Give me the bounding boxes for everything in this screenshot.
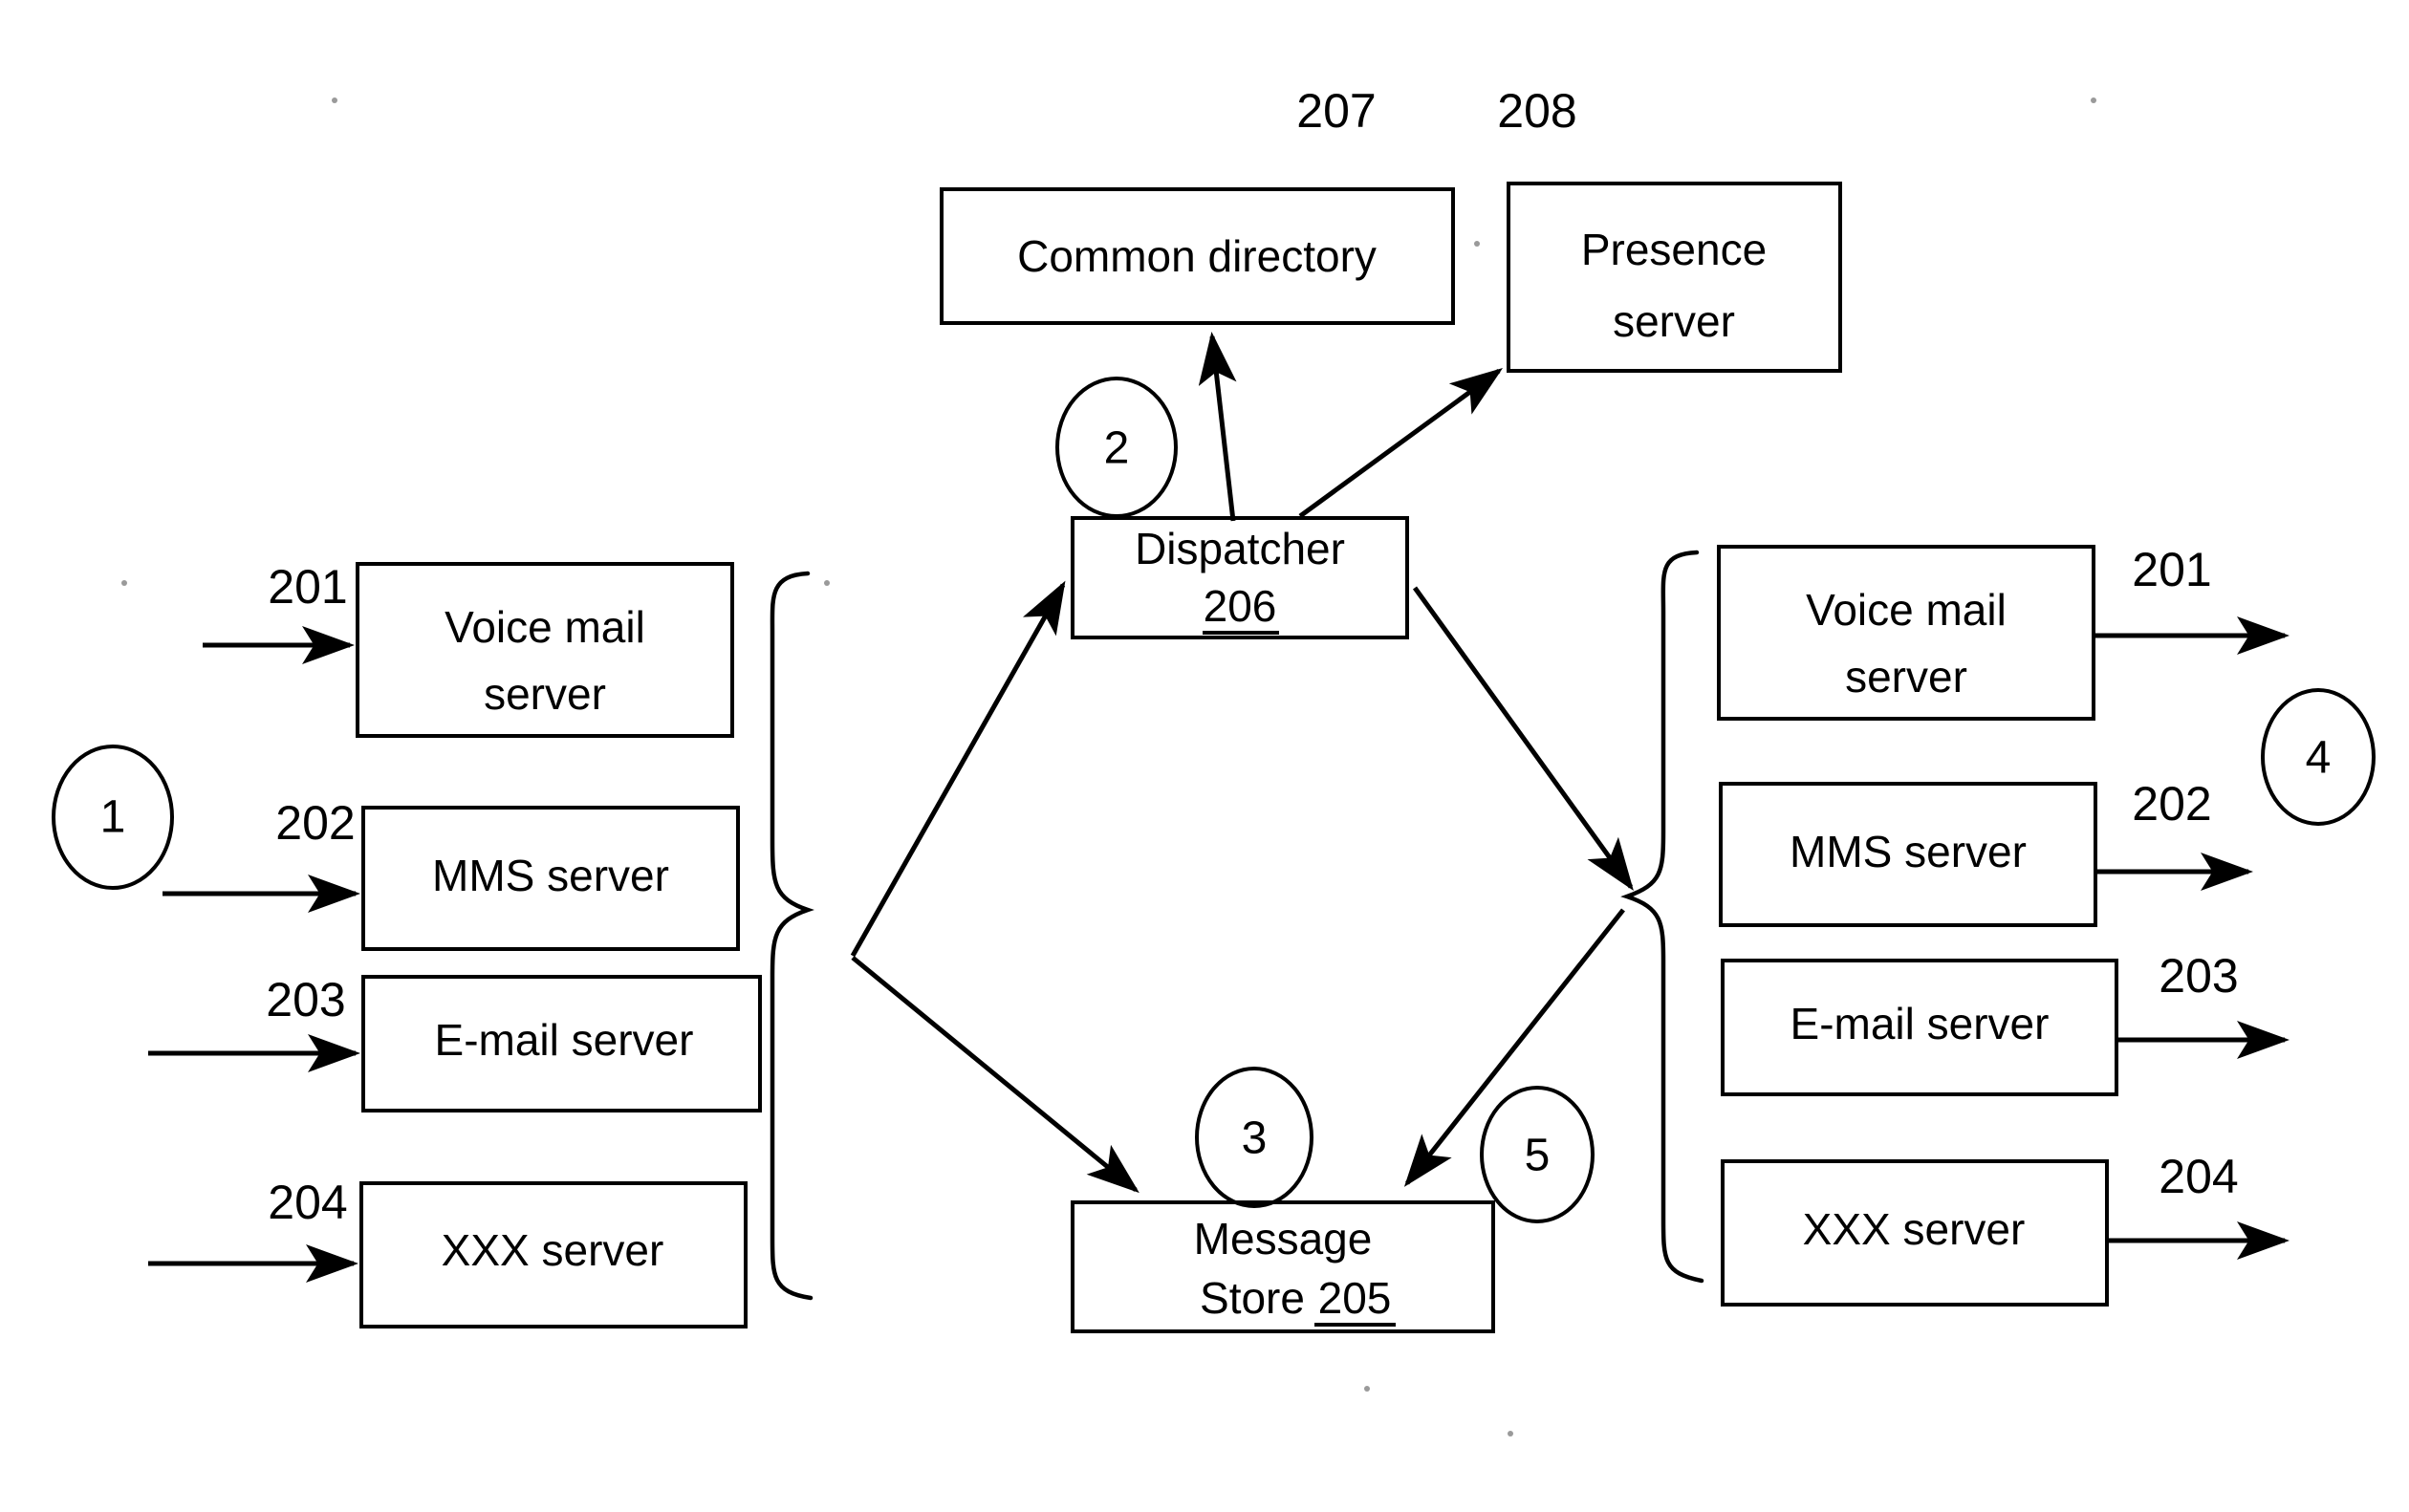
left-voice-mail-server-node[interactable]: Voice mail server (356, 562, 734, 738)
arrow-left-brace-to-dispatcher (850, 580, 1066, 958)
left-voice-mail-label-line1: Voice mail (445, 602, 645, 652)
right-email-label: E-mail server (1790, 999, 2050, 1048)
arrow-dispatcher-to-presence-server (1298, 368, 1504, 519)
left-xxx-server-node[interactable]: XXX server (359, 1181, 748, 1328)
right-xxx-server-node[interactable]: XXX server (1721, 1159, 2109, 1307)
step-marker-4[interactable]: 4 (2261, 688, 2376, 826)
left-xxx-label: XXX server (442, 1225, 664, 1275)
presence-server-label-line1: Presence (1581, 225, 1767, 274)
message-store-node[interactable]: Message Store 205 (1071, 1200, 1495, 1333)
step-marker-2-label: 2 (1104, 423, 1130, 474)
right-ref-202: 202 (2132, 777, 2211, 831)
common-directory-node[interactable]: Common directory (940, 187, 1455, 325)
right-email-server-node[interactable]: E-mail server (1721, 959, 2118, 1096)
left-email-label: E-mail server (435, 1015, 694, 1065)
right-ref-201: 201 (2132, 543, 2211, 596)
arrow-left-brace-to-message-store (851, 956, 1139, 1194)
dispatcher-label: Dispatcher (1135, 524, 1345, 573)
ref-207: 207 (1296, 84, 1376, 138)
step-marker-4-label: 4 (2306, 733, 2332, 784)
right-xxx-label: XXX server (1803, 1204, 2026, 1254)
common-directory-label: Common directory (1017, 231, 1377, 281)
dispatcher-ref: 206 (1204, 581, 1277, 631)
right-ref-203: 203 (2159, 949, 2238, 1003)
arrow-dispatcher-to-common-directory (1198, 332, 1237, 522)
message-store-ref: 205 (1318, 1273, 1392, 1323)
step-marker-1-label: 1 (100, 792, 126, 843)
step-marker-3[interactable]: 3 (1195, 1067, 1313, 1208)
right-mms-label: MMS server (1790, 827, 2027, 876)
left-voice-mail-label-line2: server (484, 669, 606, 719)
right-mms-server-node[interactable]: MMS server (1719, 782, 2097, 927)
right-voice-mail-label-line1: Voice mail (1806, 585, 2007, 635)
message-store-label-line2: Store (1200, 1273, 1305, 1323)
left-ref-202: 202 (275, 796, 355, 850)
left-ref-204: 204 (268, 1176, 347, 1229)
left-group-brace (770, 571, 814, 1301)
right-group-brace (1620, 550, 1704, 1284)
left-email-server-node[interactable]: E-mail server (361, 975, 762, 1112)
patent-figure: Common directory 207 Presence server 208… (0, 0, 2409, 1512)
right-voice-mail-label-line2: server (1845, 652, 1967, 702)
presence-server-node[interactable]: Presence server (1507, 182, 1842, 373)
step-marker-5-label: 5 (1525, 1131, 1551, 1181)
message-store-label-line1: Message (1194, 1214, 1373, 1264)
step-marker-1[interactable]: 1 (52, 745, 174, 890)
dispatcher-node[interactable]: Dispatcher 206 (1071, 516, 1409, 639)
left-ref-203: 203 (266, 973, 345, 1026)
left-mms-server-node[interactable]: MMS server (361, 806, 740, 951)
step-marker-3-label: 3 (1242, 1113, 1268, 1164)
ref-208: 208 (1497, 84, 1576, 138)
left-ref-201: 201 (268, 560, 347, 614)
step-marker-5[interactable]: 5 (1480, 1086, 1595, 1223)
right-ref-204: 204 (2159, 1150, 2238, 1203)
presence-server-label-line2: server (1613, 296, 1735, 346)
arrow-dispatcher-to-right-brace (1412, 586, 1634, 892)
left-mms-label: MMS server (432, 851, 669, 900)
right-voice-mail-server-node[interactable]: Voice mail server (1717, 545, 2095, 721)
step-marker-2[interactable]: 2 (1055, 377, 1178, 518)
